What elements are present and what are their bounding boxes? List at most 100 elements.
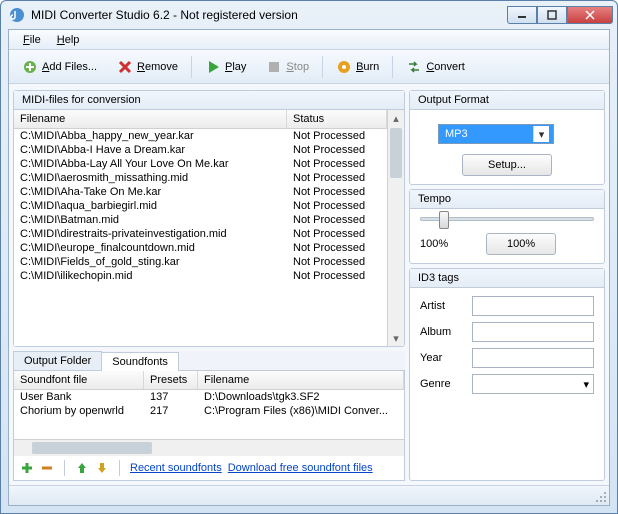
menubar: File Help: [9, 30, 609, 50]
table-row[interactable]: C:\MIDI\Abba-Lay All Your Love On Me.kar…: [14, 157, 387, 171]
sf-down-icon[interactable]: [95, 461, 109, 475]
cell-sf-file: D:\Downloads\tgk3.SF2: [198, 390, 404, 404]
recent-soundfonts-link[interactable]: Recent soundfonts: [130, 462, 222, 474]
cell-sf-file: C:\Program Files (x86)\MIDI Conver...: [198, 404, 404, 418]
cell-status: Not Processed: [287, 255, 387, 269]
table-row[interactable]: C:\MIDI\Aha-Take On Me.karNot Processed: [14, 185, 387, 199]
tab-output-folder[interactable]: Output Folder: [13, 351, 102, 370]
play-button[interactable]: Play: [196, 55, 255, 79]
cell-status: Not Processed: [287, 241, 387, 255]
table-row[interactable]: C:\MIDI\ilikechopin.midNot Processed: [14, 269, 387, 283]
cell-filename: C:\MIDI\Fields_of_gold_sting.kar: [14, 255, 287, 269]
cell-status: Not Processed: [287, 185, 387, 199]
id3-title: ID3 tags: [410, 269, 604, 288]
client-area: File Help Add Files... Remove Play Stop: [8, 29, 610, 506]
album-label: Album: [420, 326, 464, 338]
sf-add-icon[interactable]: [20, 461, 34, 475]
format-value: MP3: [445, 128, 468, 140]
table-row[interactable]: C:\MIDI\aerosmith_missathing.midNot Proc…: [14, 171, 387, 185]
file-listview[interactable]: Filename Status C:\MIDI\Abba_happy_new_y…: [14, 110, 387, 346]
scroll-up-icon[interactable]: ▴: [388, 110, 404, 126]
toolbar: Add Files... Remove Play Stop Burn: [9, 50, 609, 84]
tempo-group: Tempo 100% 100%: [409, 189, 605, 264]
sf-remove-icon[interactable]: [40, 461, 54, 475]
column-sf-presets[interactable]: Presets: [144, 371, 198, 389]
bottom-tabs: Output Folder Soundfonts Soundfont file …: [13, 351, 405, 481]
tempo-slider[interactable]: [420, 217, 594, 221]
cell-status: Not Processed: [287, 129, 387, 143]
convert-icon: [406, 59, 422, 75]
column-filename[interactable]: Filename: [14, 110, 287, 128]
table-row[interactable]: Chorium by openwrld217C:\Program Files (…: [14, 404, 404, 418]
maximize-button[interactable]: [537, 6, 567, 24]
remove-button[interactable]: Remove: [108, 55, 187, 79]
table-row[interactable]: C:\MIDI\europe_finalcountdown.midNot Pro…: [14, 241, 387, 255]
cell-filename: C:\MIDI\europe_finalcountdown.mid: [14, 241, 287, 255]
cell-filename: C:\MIDI\Batman.mid: [14, 213, 287, 227]
cell-status: Not Processed: [287, 269, 387, 283]
chevron-down-icon: ▾: [533, 126, 549, 142]
id3-group: ID3 tags Artist Album Year Genre ▾: [409, 268, 605, 481]
soundfont-listview[interactable]: Soundfont file Presets Filename User Ban…: [14, 371, 404, 437]
cell-filename: C:\MIDI\aerosmith_missathing.mid: [14, 171, 287, 185]
genre-label: Genre: [420, 378, 464, 390]
filelist-scrollbar[interactable]: ▴ ▾: [387, 110, 404, 346]
cell-status: Not Processed: [287, 143, 387, 157]
remove-icon: [117, 59, 133, 75]
scroll-thumb[interactable]: [390, 128, 402, 178]
minimize-button[interactable]: [507, 6, 537, 24]
year-input[interactable]: [472, 348, 594, 368]
artist-input[interactable]: [472, 296, 594, 316]
table-row[interactable]: C:\MIDI\Abba_happy_new_year.karNot Proce…: [14, 129, 387, 143]
cell-filename: C:\MIDI\Abba-I Have a Dream.kar: [14, 143, 287, 157]
stop-icon: [266, 59, 282, 75]
output-format-title: Output Format: [410, 91, 604, 110]
statusbar: [9, 485, 609, 505]
filelist-title: MIDI-files for conversion: [14, 91, 404, 110]
convert-button[interactable]: Convert: [397, 55, 474, 79]
window-title: MIDI Converter Studio 6.2 - Not register…: [31, 8, 507, 22]
menu-help[interactable]: Help: [49, 32, 88, 48]
burn-icon: [336, 59, 352, 75]
setup-button[interactable]: Setup...: [462, 154, 552, 176]
tempo-reset-button[interactable]: 100%: [486, 233, 556, 255]
add-files-button[interactable]: Add Files...: [13, 55, 106, 79]
album-input[interactable]: [472, 322, 594, 342]
soundfont-hscroll[interactable]: [14, 439, 404, 456]
cell-filename: C:\MIDI\Abba_happy_new_year.kar: [14, 129, 287, 143]
burn-button[interactable]: Burn: [327, 55, 388, 79]
sf-up-icon[interactable]: [75, 461, 89, 475]
menu-file[interactable]: File: [15, 32, 49, 48]
app-icon: [9, 7, 25, 23]
download-soundfonts-link[interactable]: Download free soundfont files: [228, 462, 373, 474]
table-row[interactable]: C:\MIDI\direstraits-privateinvestigation…: [14, 227, 387, 241]
cell-sf-name: User Bank: [14, 390, 144, 404]
cell-filename: C:\MIDI\Aha-Take On Me.kar: [14, 185, 287, 199]
tempo-thumb[interactable]: [439, 211, 449, 229]
output-format-group: Output Format MP3 ▾ Setup...: [409, 90, 605, 185]
table-row[interactable]: C:\MIDI\Batman.midNot Processed: [14, 213, 387, 227]
close-button[interactable]: [567, 6, 613, 24]
format-dropdown[interactable]: MP3 ▾: [438, 124, 554, 144]
scroll-down-icon[interactable]: ▾: [388, 330, 404, 346]
tab-soundfonts[interactable]: Soundfonts: [101, 352, 179, 371]
artist-label: Artist: [420, 300, 464, 312]
play-icon: [205, 59, 221, 75]
resize-grip-icon[interactable]: [595, 491, 607, 503]
genre-dropdown[interactable]: ▾: [472, 374, 594, 394]
column-sf-filename[interactable]: Filename: [198, 371, 404, 389]
year-label: Year: [420, 352, 464, 364]
tempo-title: Tempo: [410, 190, 604, 209]
column-status[interactable]: Status: [287, 110, 387, 128]
table-row[interactable]: C:\MIDI\aqua_barbiegirl.midNot Processed: [14, 199, 387, 213]
filelist-group: MIDI-files for conversion Filename Statu…: [13, 90, 405, 347]
table-row[interactable]: C:\MIDI\Fields_of_gold_sting.karNot Proc…: [14, 255, 387, 269]
cell-status: Not Processed: [287, 199, 387, 213]
column-sf-name[interactable]: Soundfont file: [14, 371, 144, 389]
table-row[interactable]: User Bank137D:\Downloads\tgk3.SF2: [14, 390, 404, 404]
stop-button[interactable]: Stop: [257, 55, 318, 79]
add-icon: [22, 59, 38, 75]
table-row[interactable]: C:\MIDI\Abba-I Have a Dream.karNot Proce…: [14, 143, 387, 157]
titlebar: MIDI Converter Studio 6.2 - Not register…: [1, 1, 617, 29]
cell-status: Not Processed: [287, 227, 387, 241]
